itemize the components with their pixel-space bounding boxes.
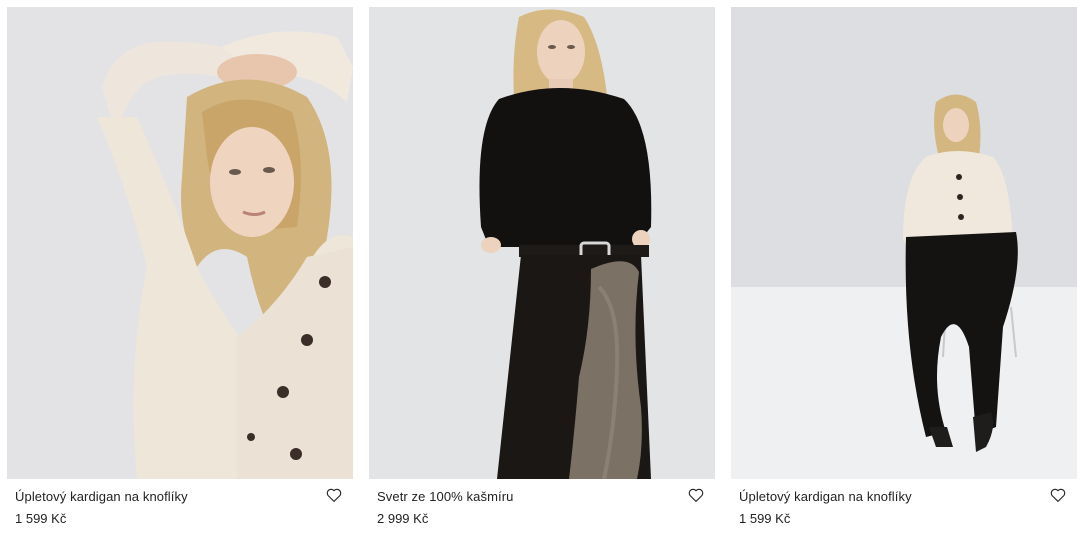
product-card[interactable]: Úpletový kardigan na knoflíky 1 599 Kč bbox=[731, 7, 1077, 539]
product-price: 2 999 Kč bbox=[377, 511, 429, 526]
product-photo-cream-cardigan bbox=[7, 7, 353, 479]
product-photo-seated-cardigan bbox=[731, 7, 1077, 479]
product-name[interactable]: Úpletový kardigan na knoflíky bbox=[739, 489, 912, 504]
product-photo-black-sweater bbox=[369, 7, 715, 479]
product-image[interactable] bbox=[7, 7, 353, 479]
product-grid: Úpletový kardigan na knoflíky 1 599 Kč S… bbox=[0, 0, 1086, 560]
product-image[interactable] bbox=[369, 7, 715, 479]
product-card[interactable]: Úpletový kardigan na knoflíky 1 599 Kč bbox=[7, 7, 353, 539]
product-name[interactable]: Úpletový kardigan na knoflíky bbox=[15, 489, 188, 504]
product-price: 1 599 Kč bbox=[739, 511, 791, 526]
product-image[interactable] bbox=[731, 7, 1077, 479]
product-card[interactable]: Svetr ze 100% kašmíru 2 999 Kč bbox=[369, 7, 715, 539]
product-price: 1 599 Kč bbox=[15, 511, 67, 526]
product-info: Úpletový kardigan na knoflíky 1 599 Kč bbox=[731, 479, 1077, 539]
heart-outline-icon[interactable] bbox=[325, 486, 343, 504]
product-info: Úpletový kardigan na knoflíky 1 599 Kč bbox=[7, 479, 353, 539]
heart-outline-icon[interactable] bbox=[687, 486, 705, 504]
heart-outline-icon[interactable] bbox=[1049, 486, 1067, 504]
product-info: Svetr ze 100% kašmíru 2 999 Kč bbox=[369, 479, 715, 539]
product-name[interactable]: Svetr ze 100% kašmíru bbox=[377, 489, 514, 504]
